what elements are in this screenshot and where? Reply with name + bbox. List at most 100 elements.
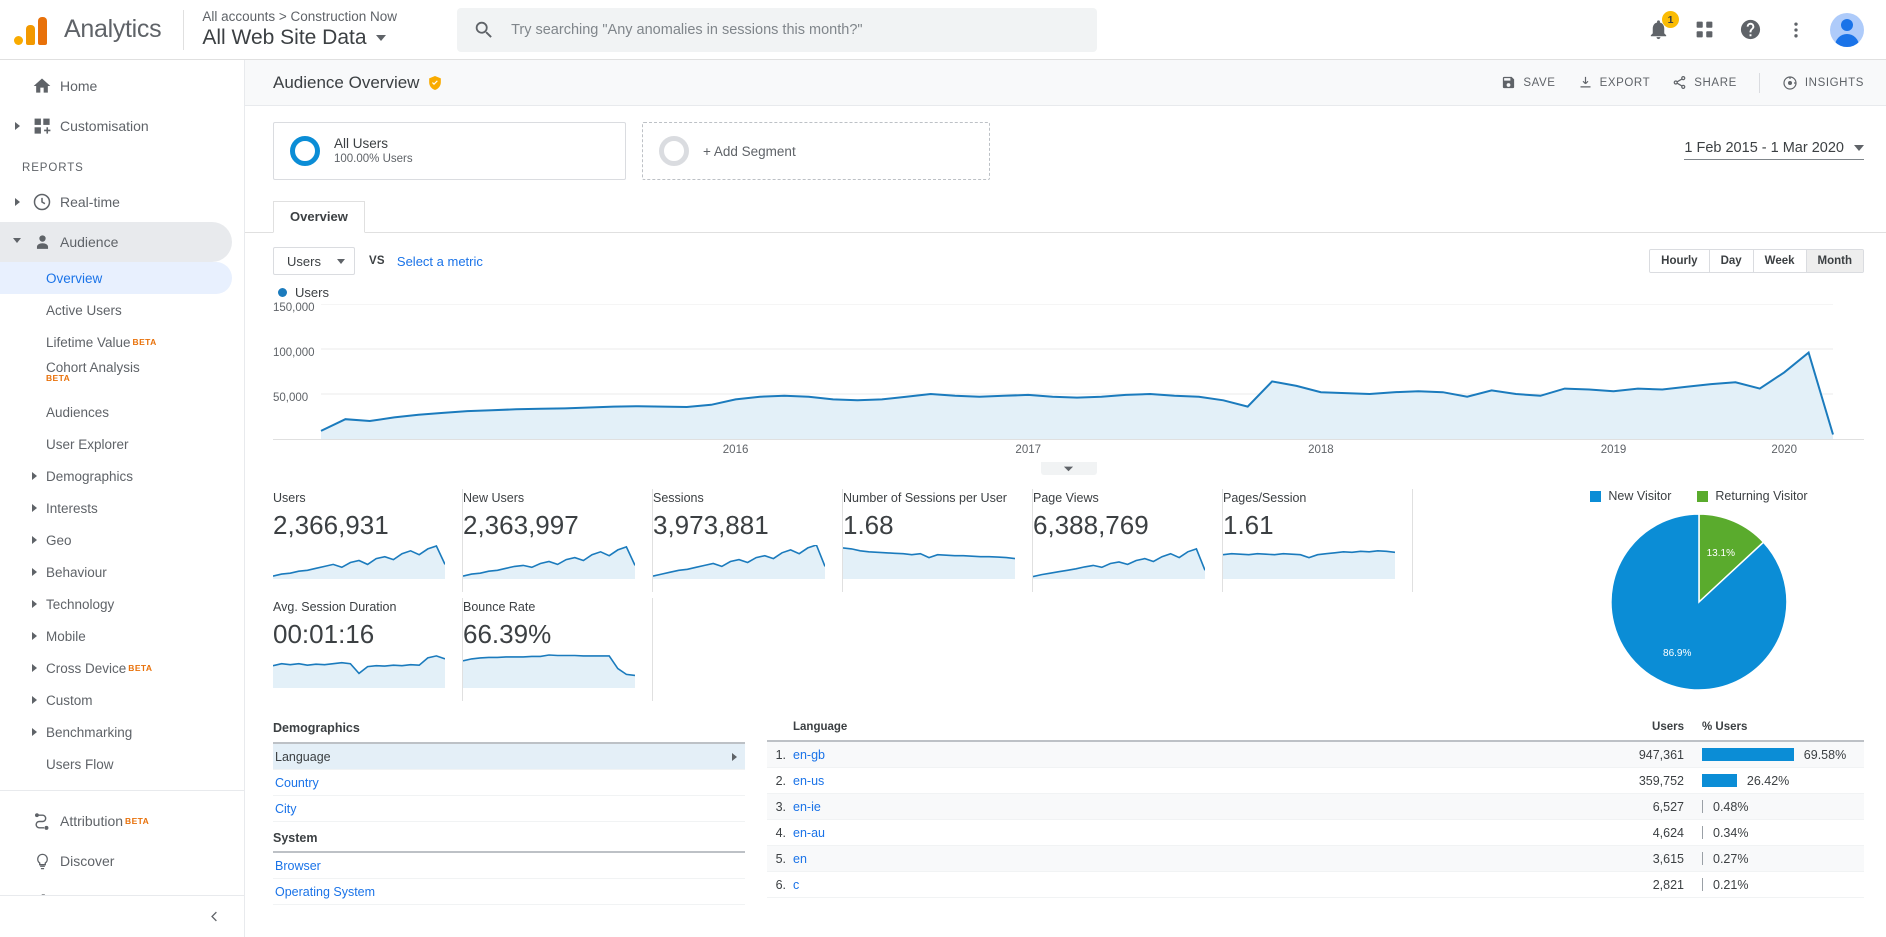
metric-card[interactable]: Bounce Rate 66.39% (462, 598, 653, 701)
export-button[interactable]: EXPORT (1578, 75, 1651, 90)
segment-ring-icon (659, 136, 689, 166)
apps-button[interactable] (1694, 19, 1715, 40)
sidebar-item-admin[interactable]: Admin (0, 881, 244, 895)
row-users: 947,361 (1638, 747, 1684, 762)
analytics-logo-icon[interactable] (0, 15, 60, 45)
sidebar-item-interests[interactable]: Interests (0, 492, 244, 524)
granularity-month[interactable]: Month (1806, 250, 1863, 272)
demographics-item-country[interactable]: Country (273, 770, 745, 796)
add-segment-button[interactable]: + Add Segment (642, 122, 990, 180)
date-range-picker[interactable]: 1 Feb 2015 - 1 Mar 2020 (1684, 140, 1864, 160)
row-pct-label: 69.58% (1803, 747, 1847, 762)
vs-label: VS (368, 255, 385, 267)
metric-card[interactable]: Number of Sessions per User 1.68 (842, 489, 1033, 592)
demographics-item-city[interactable]: City (273, 796, 745, 822)
sidebar-item-users-flow[interactable]: Users Flow (0, 748, 244, 780)
metric-card[interactable]: Page Views 6,388,769 (1032, 489, 1223, 592)
sidebar-item-demographics[interactable]: Demographics (0, 460, 244, 492)
property-label: All Web Site Data (202, 26, 367, 49)
insights-button[interactable]: INSIGHTS (1782, 75, 1864, 91)
chart-expand-handle[interactable] (1040, 462, 1097, 475)
metric-card[interactable]: Sessions 3,973,881 (652, 489, 843, 592)
sidebar-item-attribution[interactable]: Attribution BETA (0, 801, 244, 841)
row-language-link[interactable]: c (793, 878, 1574, 892)
sidebar-item-audiences[interactable]: Audiences (0, 396, 244, 428)
share-button[interactable]: SHARE (1672, 75, 1737, 90)
row-language-link[interactable]: en-gb (793, 748, 1574, 762)
save-button[interactable]: SAVE (1501, 75, 1555, 90)
granularity-week[interactable]: Week (1753, 250, 1807, 272)
select-metric-link[interactable]: Select a metric (397, 254, 483, 269)
notifications-button[interactable]: 1 (1647, 11, 1679, 41)
sidebar-item-user-explorer[interactable]: User Explorer (0, 428, 244, 460)
metric-card[interactable]: Avg. Session Duration 00:01:16 (272, 598, 463, 701)
collapse-sidebar-button[interactable] (0, 895, 244, 937)
system-item-browser[interactable]: Browser (273, 853, 745, 879)
x-tick-label: 2019 (1600, 444, 1627, 456)
table-row[interactable]: 2. en-us 359,752 26.42% (767, 768, 1864, 794)
x-tick-label: 2016 (722, 444, 749, 456)
metric-value: 66.39% (463, 619, 552, 649)
demographics-item-language[interactable]: Language (273, 744, 745, 770)
table-row[interactable]: 5. en 3,615 0.27% (767, 846, 1864, 872)
account-selector[interactable]: All accounts > Construction Now All Web … (202, 8, 397, 51)
metric-value: 6,388,769 (1033, 510, 1149, 540)
table-row[interactable]: 4. en-au 4,624 0.34% (767, 820, 1864, 846)
row-language-link[interactable]: en-au (793, 826, 1574, 840)
granularity-hourly[interactable]: Hourly (1650, 250, 1710, 272)
help-icon (1740, 19, 1761, 40)
row-language-link[interactable]: en-us (793, 774, 1574, 788)
row-language-link[interactable]: en-ie (793, 800, 1574, 814)
sidebar-item-discover[interactable]: Discover (0, 841, 244, 881)
tab-overview[interactable]: Overview (273, 201, 365, 233)
sidebar-item-benchmarking[interactable]: Benchmarking (0, 716, 244, 748)
row-pct-users: 69.58% (1684, 748, 1864, 762)
sidebar-item-behaviour[interactable]: Behaviour (0, 556, 244, 588)
system-item-operating-system[interactable]: Operating System (273, 879, 745, 905)
granularity-day[interactable]: Day (1709, 250, 1754, 272)
sidebar-item-lifetime-value[interactable]: Lifetime Value BETA (0, 326, 244, 358)
metric-card[interactable]: New Users 2,363,997 (462, 489, 653, 592)
sidebar-item-overview[interactable]: Overview (0, 262, 232, 294)
more-options-button[interactable] (1786, 20, 1806, 40)
metric-card[interactable]: Pages/Session 1.61 (1222, 489, 1413, 592)
users-area-chart[interactable]: 50,000 100,000 150,000 (273, 302, 1864, 439)
row-pct-users: 0.21% (1684, 878, 1864, 892)
metric-sparkline (462, 545, 636, 579)
sidebar-item-cross-device[interactable]: Cross Device BETA (0, 652, 244, 684)
sidebar-item-real-time[interactable]: Real-time (0, 182, 244, 222)
chevron-down-icon[interactable] (375, 35, 386, 41)
help-button[interactable] (1739, 18, 1762, 41)
sidebar-item-geo[interactable]: Geo (0, 524, 244, 556)
visitor-type-pie-chart[interactable]: 13.1% 86.9% (1599, 513, 1799, 691)
search-input[interactable] (511, 21, 1082, 38)
sidebar-item-active-users[interactable]: Active Users (0, 294, 244, 326)
sidebar-item-customisation[interactable]: Customisation (0, 106, 244, 146)
sidebar-item-label: Overview (46, 270, 103, 286)
chevron-right-icon[interactable] (10, 122, 24, 130)
svg-text:86.9%: 86.9% (1663, 648, 1691, 659)
chevron-right-icon (32, 664, 37, 672)
sidebar-item-audience[interactable]: Audience (0, 222, 232, 262)
metric-selector[interactable]: Users (273, 247, 355, 275)
table-row[interactable]: 3. en-ie 6,527 0.48% (767, 794, 1864, 820)
metric-card[interactable]: Users 2,366,931 (272, 489, 463, 592)
table-row[interactable]: 1. en-gb 947,361 69.58% (767, 742, 1864, 768)
chevron-right-icon[interactable] (10, 198, 24, 206)
x-tick-label: 2020 (1771, 444, 1798, 456)
segment-all-users[interactable]: All Users 100.00% Users (273, 122, 626, 180)
chevron-down-icon[interactable] (10, 237, 24, 247)
chart-y-axis: 50,000 100,000 150,000 (273, 302, 353, 439)
sidebar-item-technology[interactable]: Technology (0, 588, 244, 620)
language-table-body: 1. en-gb 947,361 69.58% 2. en-us 359,752 26.42%… (767, 742, 1864, 898)
avatar[interactable] (1830, 12, 1864, 47)
table-row[interactable]: 6. c 2,821 0.21% (767, 872, 1864, 898)
sidebar-item-home[interactable]: Home (0, 66, 244, 106)
divider (183, 9, 185, 50)
sidebar-item-mobile[interactable]: Mobile (0, 620, 244, 652)
divider (0, 790, 244, 791)
sidebar-item-cohort-analysis[interactable]: Cohort Analysis BETA (0, 358, 244, 396)
row-language-link[interactable]: en (793, 852, 1574, 866)
search-box[interactable] (457, 7, 1098, 52)
sidebar-item-custom[interactable]: Custom (0, 684, 244, 716)
